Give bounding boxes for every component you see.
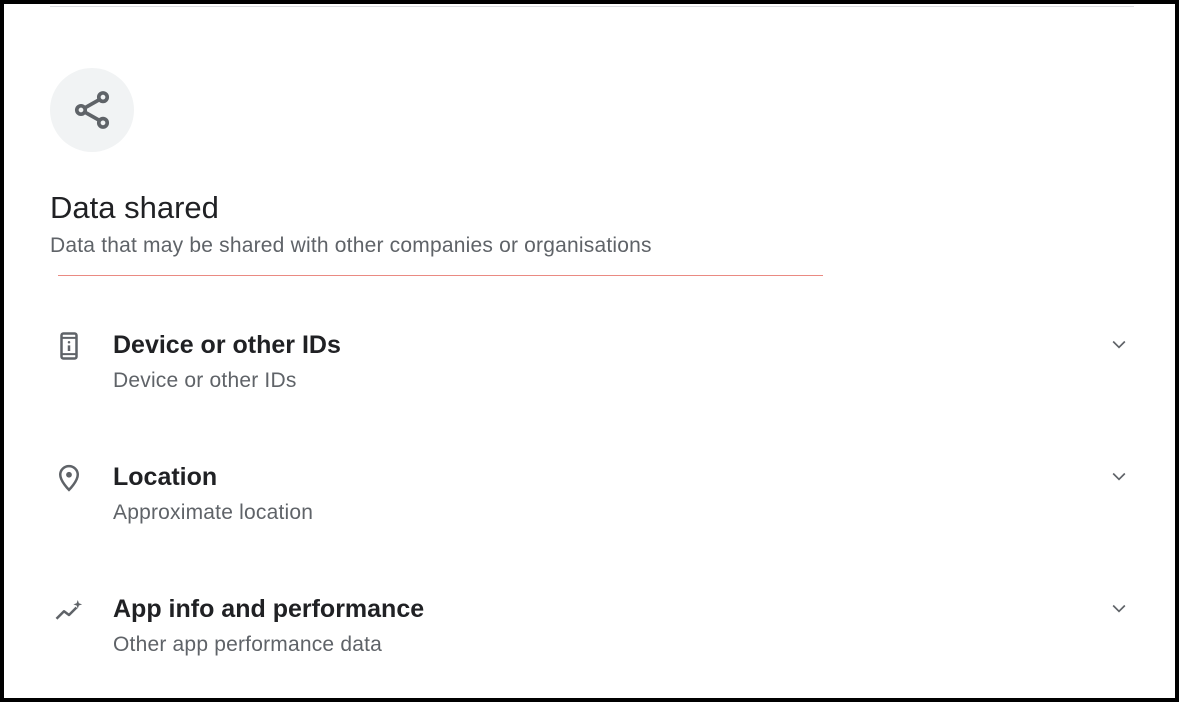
chevron-down-icon[interactable] [1104,461,1134,491]
item-title: Location [113,463,218,491]
item-description: Device or other IDs [113,369,297,392]
item-title: Device or other IDs [113,331,341,359]
item-description: Other app performance data [113,633,383,656]
accent-divider [58,275,823,276]
item-description: Approximate location [113,501,314,524]
performance-icon [50,591,88,629]
list-item-device-ids[interactable]: Device or other IDs Device or other IDs [50,327,1134,419]
location-pin-icon [50,459,88,497]
chevron-down-icon[interactable] [1104,329,1134,359]
item-title: App info and performance [113,595,425,623]
chevron-down-icon[interactable] [1104,593,1134,623]
list-item-app-performance[interactable]: App info and performance Other app perfo… [50,591,1134,683]
top-divider [50,6,1134,7]
list-item-location[interactable]: Location Approximate location [50,459,1134,551]
section-subtitle: Data that may be shared with other compa… [50,234,652,257]
device-id-icon [50,327,88,365]
data-safety-panel: Data shared Data that may be shared with… [0,0,1179,702]
section-title: Data shared [50,190,219,225]
section-icon-container [50,68,134,152]
share-icon [74,91,110,129]
